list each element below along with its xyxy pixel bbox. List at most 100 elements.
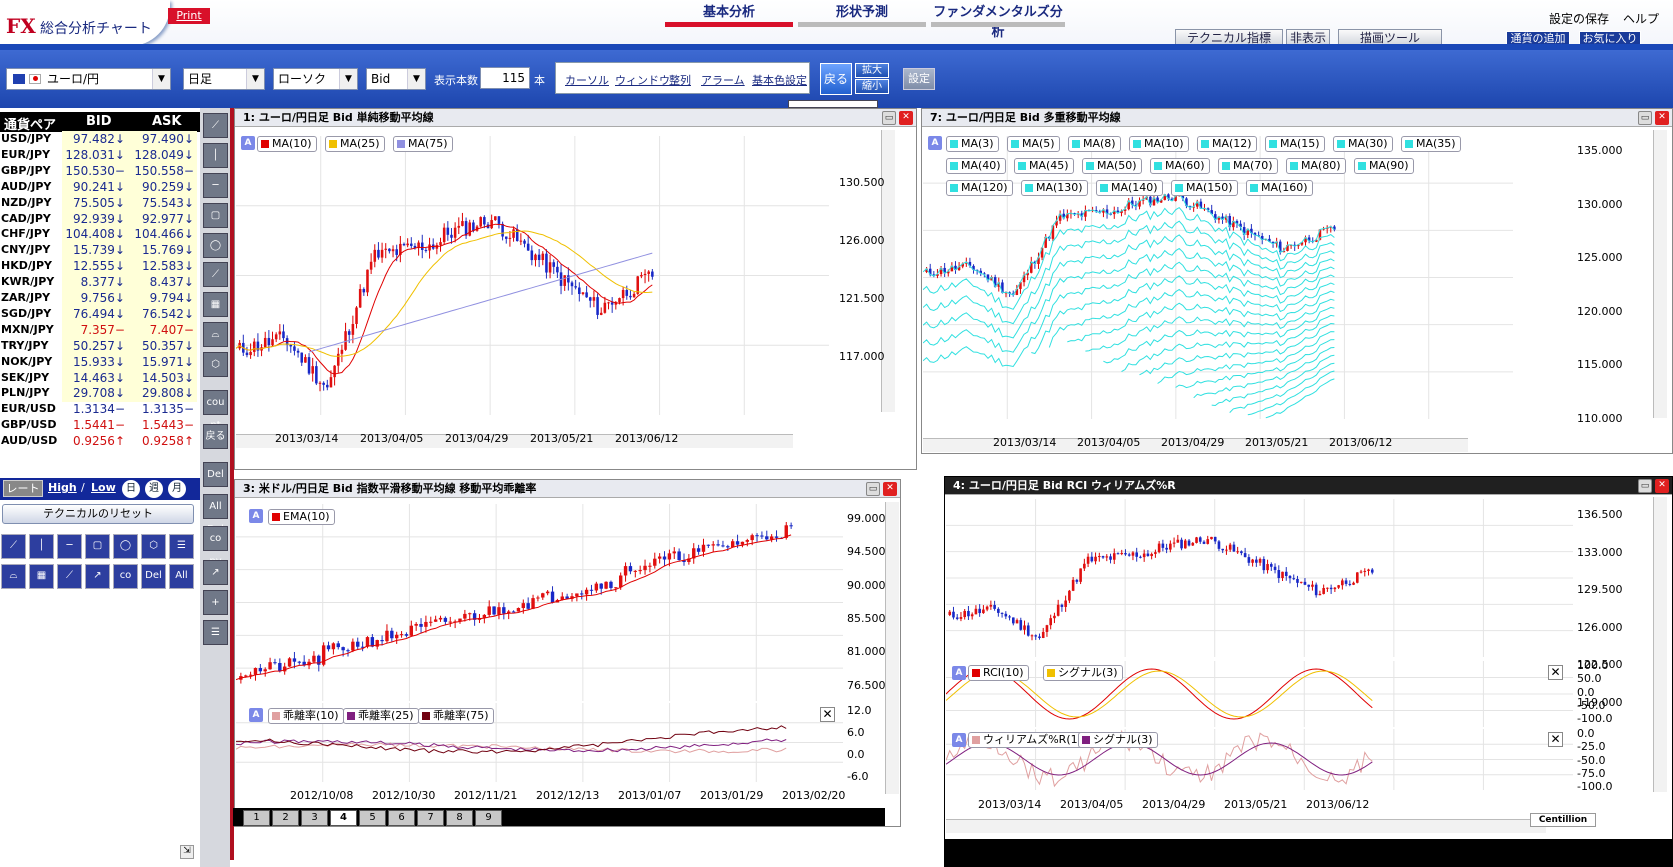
circle-icon[interactable]: ◯ xyxy=(113,534,138,559)
legend-item[interactable]: MA(150) xyxy=(1171,180,1238,196)
legend-item[interactable]: MA(5) xyxy=(1007,136,1060,152)
quote-row[interactable]: TRY/JPY 50.257↓ 50.357↓ xyxy=(0,337,197,355)
quote-row[interactable]: GBP/USD 1.5441− 1.5443− xyxy=(0,417,197,434)
quote-row[interactable]: NZD/JPY 75.505↓ 75.543↓ xyxy=(0,194,197,212)
quote-row[interactable]: KWR/JPY 8.377↓ 8.437↓ xyxy=(0,274,197,292)
chart-7-area[interactable] xyxy=(923,136,1513,419)
quote-row[interactable]: EUR/JPY 128.031↓ 128.049↓ xyxy=(0,146,197,164)
legend-item[interactable]: シグナル(3) xyxy=(1043,665,1123,681)
resize-grip-icon[interactable]: ⇲ xyxy=(180,845,194,859)
rect-icon[interactable]: ▢ xyxy=(203,203,228,228)
legend-item[interactable]: MA(130) xyxy=(1021,180,1088,196)
day-button[interactable]: 日 xyxy=(122,480,140,498)
print-button[interactable]: Print xyxy=(168,8,210,24)
auto-badge[interactable]: A xyxy=(249,509,263,523)
quote-row[interactable]: SEK/JPY 14.463↓ 14.503↓ xyxy=(0,369,197,387)
fan-icon[interactable]: ⟋ xyxy=(203,262,228,287)
node-icon[interactable]: ⬡ xyxy=(203,352,228,377)
quote-row[interactable]: ZAR/JPY 9.756↓ 9.794↓ xyxy=(0,290,197,307)
fib-icon[interactable]: ⌓ xyxy=(203,322,228,347)
close-icon[interactable]: ✕ xyxy=(899,111,913,125)
hline-icon[interactable]: ─ xyxy=(203,173,228,198)
count-input[interactable]: 115 xyxy=(480,67,530,89)
grid-icon[interactable]: ▦ xyxy=(29,564,54,589)
arrange-link[interactable]: 整列 xyxy=(669,72,691,88)
close-williams-icon[interactable]: ✕ xyxy=(1548,732,1563,747)
close-rci-icon[interactable]: ✕ xyxy=(1548,665,1563,680)
window-tab[interactable]: 5 xyxy=(359,810,386,826)
copy-icon[interactable]: co py xyxy=(113,564,138,603)
timeframe-select[interactable]: 日足 ▼ xyxy=(183,68,265,90)
del-button[interactable]: Del xyxy=(203,462,228,487)
legend-item[interactable]: MA(12) xyxy=(1197,136,1257,152)
chart-1-vscroll[interactable] xyxy=(881,130,895,412)
legend-item[interactable]: MA(8) xyxy=(1068,136,1121,152)
legend-item[interactable]: MA(120) xyxy=(946,180,1013,196)
close-icon[interactable]: ✕ xyxy=(883,482,897,496)
quote-row[interactable]: GBP/JPY 150.530− 150.558− xyxy=(0,162,197,180)
table-icon[interactable]: ☰ xyxy=(169,534,194,559)
price-select[interactable]: Bid ▼ xyxy=(366,68,426,90)
legend-item[interactable]: RCI(10) xyxy=(968,665,1029,681)
window-tab[interactable]: 3 xyxy=(301,810,328,826)
legend-item[interactable]: ウィリアムズ%R(14) xyxy=(968,732,1094,748)
back-button[interactable]: 戻る xyxy=(820,63,852,95)
rate-button[interactable]: レート xyxy=(3,480,43,497)
chart-3-vscroll[interactable] xyxy=(885,502,899,794)
legend-item[interactable]: MA(35) xyxy=(1401,136,1461,152)
technical-reset-button[interactable]: テクニカルのリセット xyxy=(2,504,194,524)
settings-button[interactable]: 設定 xyxy=(903,68,935,90)
base-color-link[interactable]: 基本色設定 xyxy=(752,72,807,88)
legend-item[interactable]: MA(10) xyxy=(1129,136,1189,152)
legend-item[interactable]: MA(15) xyxy=(1265,136,1325,152)
chart-7-vscroll[interactable] xyxy=(1653,130,1667,418)
chart-3-area[interactable] xyxy=(236,504,843,701)
window-link[interactable]: ウィンドウ xyxy=(615,72,670,88)
cross-icon[interactable]: + xyxy=(203,590,228,615)
auto-badge[interactable]: A xyxy=(928,136,942,150)
week-button[interactable]: 週 xyxy=(145,480,163,498)
window-tab[interactable]: 2 xyxy=(272,810,299,826)
legend-item[interactable]: MA(160) xyxy=(1246,180,1313,196)
quote-row[interactable]: AUD/JPY 90.241↓ 90.259↓ xyxy=(0,178,197,196)
chart-type-select[interactable]: ローソク ▼ xyxy=(273,68,358,90)
month-button[interactable]: 月 xyxy=(168,480,186,498)
quote-row[interactable]: CNY/JPY 15.739↓ 15.769↓ xyxy=(0,242,197,260)
zoom-in-button[interactable]: 拡大 xyxy=(855,63,889,78)
legend-item[interactable]: MA(60) xyxy=(1150,158,1210,174)
rect-icon[interactable]: ▢ xyxy=(85,534,110,559)
quote-row[interactable]: SGD/JPY 76.494↓ 76.542↓ xyxy=(0,305,197,323)
legend-item[interactable]: MA(80) xyxy=(1286,158,1346,174)
minimize-icon[interactable]: ▭ xyxy=(882,111,896,125)
close-subchart-icon[interactable]: ✕ xyxy=(820,707,835,722)
minimize-icon[interactable]: ▭ xyxy=(1638,479,1652,493)
quote-row[interactable]: CAD/JPY 92.939↓ 92.977↓ xyxy=(0,210,197,228)
alldel-button[interactable]: All Del xyxy=(203,494,228,535)
fib-icon[interactable]: ⌓ xyxy=(1,564,26,589)
count-button[interactable]: cou nt xyxy=(203,390,228,431)
hline-icon[interactable]: ─ xyxy=(57,534,82,559)
legend-item[interactable]: MA(10) xyxy=(257,136,317,152)
arrow-icon[interactable]: ↗ xyxy=(85,564,110,589)
vline-icon[interactable]: │ xyxy=(203,143,228,168)
chart-4-vscroll[interactable] xyxy=(1653,497,1667,792)
low-link[interactable]: Low xyxy=(91,481,116,494)
legend-item[interactable]: MA(140) xyxy=(1096,180,1163,196)
panel-splitter-handle[interactable] xyxy=(788,100,878,108)
fan-icon[interactable]: ⟋ xyxy=(57,564,82,589)
legend-item[interactable]: MA(50) xyxy=(1082,158,1142,174)
save-settings-link[interactable]: 設定の保存 xyxy=(1549,12,1609,26)
alarm-link[interactable]: アラーム xyxy=(701,72,745,88)
trend-icon[interactable]: ⟋ xyxy=(1,534,26,559)
quote-row[interactable]: USD/JPY 97.482↓ 97.490↓ xyxy=(0,131,197,148)
zoom-out-button[interactable]: 縮小 xyxy=(855,79,889,94)
back-button[interactable]: 戻る xyxy=(203,424,228,449)
legend-item[interactable]: MA(75) xyxy=(393,136,453,152)
legend-item[interactable]: MA(3) xyxy=(946,136,999,152)
del-icon[interactable]: Del xyxy=(141,564,166,589)
legend-item[interactable]: EMA(10) xyxy=(268,509,335,525)
quote-row[interactable]: MXN/JPY 7.357− 7.407− xyxy=(0,321,197,339)
auto-badge[interactable]: A xyxy=(952,666,966,680)
legend-item[interactable]: MA(25) xyxy=(325,136,385,152)
quote-row[interactable]: HKD/JPY 12.555↓ 12.583↓ xyxy=(0,258,197,276)
